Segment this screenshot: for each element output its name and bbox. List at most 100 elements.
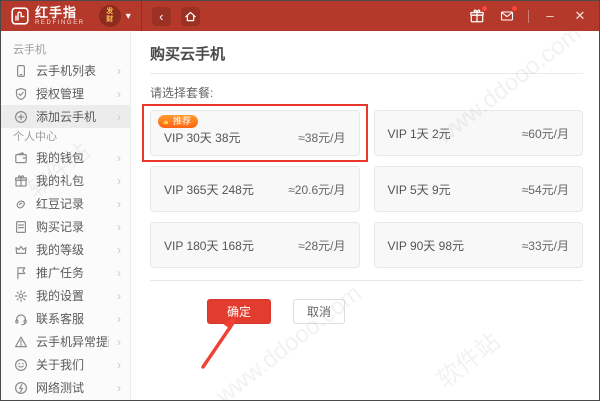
plan-card-vip-180d[interactable]: VIP 180天 168元 ≈28元/月 xyxy=(150,222,360,268)
sidebar-item-purchase-records[interactable]: 购买记录 › xyxy=(1,215,130,238)
close-button[interactable]: ✕ xyxy=(571,1,589,31)
gift-icon xyxy=(15,174,28,187)
account-dropdown-caret-icon[interactable]: ▾ xyxy=(126,11,131,22)
section-divider xyxy=(150,280,583,281)
plan-name: VIP 5天 9元 xyxy=(387,182,451,197)
chevron-right-icon: › xyxy=(117,219,121,234)
recommended-badge: 推荐 xyxy=(158,115,199,128)
plan-monthly-price: ≈20.6元/月 xyxy=(288,182,346,197)
sidebar-section-cloud: 云手机 xyxy=(13,44,46,56)
plan-card-vip-1d[interactable]: VIP 1天 2元 ≈60元/月 xyxy=(373,110,583,156)
avatar-text: 发财 xyxy=(106,8,114,23)
minimize-button[interactable]: – xyxy=(541,1,559,31)
chevron-right-icon: › xyxy=(117,173,121,188)
back-button[interactable]: ‹ xyxy=(151,6,171,26)
brand-subtitle: REDFINGER xyxy=(35,20,85,26)
plan-monthly-price: ≈60元/月 xyxy=(521,126,569,141)
home-button[interactable] xyxy=(180,6,200,26)
dialog-actions: 确定 取消 xyxy=(201,299,583,369)
gift-center-button[interactable] xyxy=(468,6,487,24)
chevron-right-icon: › xyxy=(117,288,121,303)
sidebar-item-phone-abnormal-alert[interactable]: 云手机异常提醒 › xyxy=(1,330,130,353)
chevron-right-icon: › xyxy=(117,63,121,78)
plus-circle-icon xyxy=(14,110,28,123)
sidebar-item-label: 授权管理 xyxy=(36,87,85,101)
mail-icon xyxy=(500,11,514,21)
window-controls-divider xyxy=(528,9,529,23)
sidebar-item-label: 我的礼包 xyxy=(36,174,85,188)
sidebar-item-cloud-phone-list[interactable]: 云手机列表 › xyxy=(1,59,130,82)
plan-monthly-price: ≈28元/月 xyxy=(298,238,346,253)
chevron-right-icon: › xyxy=(117,196,121,211)
sidebar-item-label: 云手机列表 xyxy=(36,64,97,78)
plan-monthly-price: ≈54元/月 xyxy=(521,182,569,197)
chevron-right-icon: › xyxy=(117,150,121,165)
select-package-label: 请选择套餐: xyxy=(150,86,214,100)
brand-name: 红手指 xyxy=(35,5,78,20)
sidebar-item-label: 红豆记录 xyxy=(36,197,85,211)
plan-card-vip-5d[interactable]: VIP 5天 9元 ≈54元/月 xyxy=(373,166,583,212)
warning-triangle-icon xyxy=(15,336,27,347)
bean-icon xyxy=(16,200,25,208)
headset-icon xyxy=(15,313,27,325)
sidebar-item-my-gifts[interactable]: 我的礼包 › xyxy=(1,169,130,192)
sidebar-item-auth-management[interactable]: 授权管理 › xyxy=(1,82,130,105)
sidebar-item-label: 我的等级 xyxy=(36,243,85,257)
plan-grid: 推荐 VIP 30天 38元 ≈38元/月 VIP 1天 2元 ≈60元/月 V… xyxy=(142,104,583,268)
chevron-right-icon: › xyxy=(117,380,121,395)
thumbs-up-icon xyxy=(163,118,169,124)
flag-icon xyxy=(17,266,26,279)
sidebar-item-label: 购买记录 xyxy=(36,220,85,234)
gear-icon xyxy=(15,289,27,302)
home-icon xyxy=(185,11,196,21)
messages-button[interactable] xyxy=(498,6,517,24)
sidebar: 云手机 云手机列表 › 授权管理 › 添加云手机 › 个人中心 我的钱包 › 我… xyxy=(1,31,131,400)
chevron-right-icon: › xyxy=(117,265,121,280)
chevron-right-icon: › xyxy=(117,86,121,101)
sidebar-item-network-test[interactable]: 网络测试 › xyxy=(1,376,130,399)
topbar-divider xyxy=(140,1,142,31)
notification-dot xyxy=(482,6,487,11)
plan-name: VIP 365天 248元 xyxy=(164,182,254,197)
app-logo: 红手指 REDFINGER xyxy=(11,6,85,26)
title-bar: 红手指 REDFINGER 发财 ▾ ‹ – ✕ xyxy=(1,1,599,31)
badge-label: 推荐 xyxy=(173,116,192,126)
sidebar-item-label: 关于我们 xyxy=(36,358,85,372)
back-icon: ‹ xyxy=(159,8,164,24)
speed-test-icon xyxy=(14,381,28,394)
app-window: 红手指 REDFINGER 发财 ▾ ‹ – ✕ 云手机 云手机列表 › 授权管… xyxy=(0,0,600,401)
sidebar-item-promotion-tasks[interactable]: 推广任务 › xyxy=(1,261,130,284)
smiley-icon xyxy=(14,358,28,371)
wallet-icon xyxy=(15,151,27,163)
phone-icon xyxy=(16,64,26,77)
plan-card-vip-90d[interactable]: VIP 90天 98元 ≈33元/月 xyxy=(373,222,583,268)
sidebar-item-label: 我的设置 xyxy=(36,289,85,303)
notification-dot xyxy=(512,6,517,11)
sidebar-item-my-level[interactable]: 我的等级 › xyxy=(1,238,130,261)
cancel-button[interactable]: 取消 xyxy=(293,299,345,324)
page-title: 购买云手机 xyxy=(150,43,583,74)
sidebar-item-my-settings[interactable]: 我的设置 › xyxy=(1,284,130,307)
sidebar-section-personal: 个人中心 xyxy=(13,131,57,143)
plan-name: VIP 180天 168元 xyxy=(164,238,254,253)
plan-card-vip-365d[interactable]: VIP 365天 248元 ≈20.6元/月 xyxy=(150,166,360,212)
sidebar-item-contact-support[interactable]: 联系客服 › xyxy=(1,307,130,330)
document-icon xyxy=(15,220,27,233)
sidebar-item-label: 云手机异常提醒 xyxy=(36,335,109,349)
sidebar-item-label: 推广任务 xyxy=(36,266,85,280)
sidebar-item-about-us[interactable]: 关于我们 › xyxy=(1,353,130,376)
main-panel: 购买云手机 请选择套餐: 推荐 VIP 30天 38元 ≈38元/月 VIP 1… xyxy=(132,31,599,400)
plan-card-vip-30d[interactable]: 推荐 VIP 30天 38元 ≈38元/月 xyxy=(142,104,368,162)
plan-name: VIP 30天 38元 xyxy=(164,131,241,145)
chevron-right-icon: › xyxy=(117,357,121,372)
sidebar-item-redbean-records[interactable]: 红豆记录 › xyxy=(1,192,130,215)
confirm-button[interactable]: 确定 xyxy=(207,299,271,324)
chevron-right-icon: › xyxy=(117,242,121,257)
sidebar-item-label: 添加云手机 xyxy=(36,110,97,124)
shield-check-icon xyxy=(15,87,27,100)
chevron-right-icon: › xyxy=(117,109,121,124)
plan-name: VIP 1天 2元 xyxy=(387,126,451,141)
sidebar-item-add-cloud-phone[interactable]: 添加云手机 › xyxy=(1,105,130,128)
user-avatar[interactable]: 发财 xyxy=(98,5,121,27)
sidebar-item-my-wallet[interactable]: 我的钱包 › xyxy=(1,146,130,169)
